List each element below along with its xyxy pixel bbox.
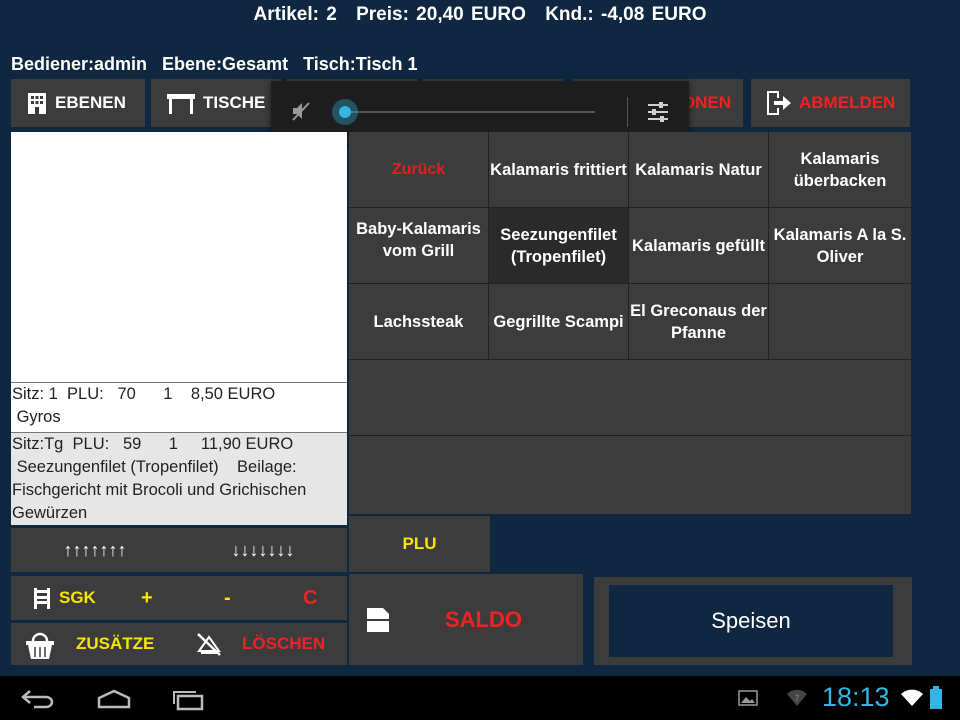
recent-apps-icon[interactable] <box>170 689 206 711</box>
home-icon[interactable] <box>96 688 132 710</box>
menu-row-empty[interactable] <box>349 360 911 436</box>
session-info: Bediener:admin Ebene:Gesamt Tisch:Tisch … <box>11 54 428 75</box>
list-item[interactable]: Sitz:Tg PLU: 59 1 11,90 EURO Seezungenfi… <box>11 432 347 525</box>
building-icon <box>28 93 46 114</box>
clear-button[interactable]: C <box>303 587 317 610</box>
svg-text:?: ? <box>795 694 800 704</box>
order-summary: Artikel: 2 Preis: 20,40 EURO Knd.: -4,08… <box>0 4 960 26</box>
order-item-name: Gyros <box>12 408 61 426</box>
total-price: Preis: 20,40 EURO <box>356 4 526 25</box>
menu-grid: Zurück Kalamaris frittiert Kalamaris Nat… <box>349 132 911 514</box>
level-label: Ebene:Gesamt <box>162 54 289 74</box>
scroll-up-button[interactable]: ↑↑↑↑↑↑↑ <box>64 540 127 561</box>
table-icon <box>167 94 195 114</box>
extras-row: ZUSÄTZE LÖSCHEN <box>11 623 347 665</box>
loeschen-button[interactable]: LÖSCHEN <box>242 634 325 654</box>
order-item-note: Fischgericht mit Brocoli und Grichischen <box>12 481 307 499</box>
seat-icon <box>34 588 50 609</box>
abmelden-label: ABMELDEN <box>799 93 896 112</box>
clock: 18:13 <box>822 682 890 712</box>
basket-icon <box>26 632 54 659</box>
popup-divider <box>627 97 628 127</box>
document-icon <box>367 607 389 632</box>
back-icon[interactable] <box>20 688 56 710</box>
back-button[interactable]: Zurück <box>349 132 489 208</box>
speisen-button[interactable]: Speisen <box>609 585 893 657</box>
system-navbar: ? 18:13 <box>0 676 960 720</box>
logout-icon <box>767 91 791 115</box>
operator-label: Bediener:admin <box>11 54 148 74</box>
menu-row-empty[interactable] <box>349 437 911 514</box>
menu-item[interactable]: Baby-Kalamaris vom Grill <box>349 208 489 284</box>
order-list[interactable]: Sitz: 1 PLU: 70 1 8,50 EURO Gyros Sitz:T… <box>11 132 347 525</box>
onen-label: ONEN <box>681 93 731 112</box>
battery-icon <box>930 686 942 709</box>
wifi-question-icon: ? <box>787 689 807 706</box>
plu-button[interactable]: PLU <box>349 516 490 572</box>
menu-item[interactable]: Kalamaris überbacken <box>769 132 911 208</box>
menu-item[interactable]: Kalamaris Natur <box>629 132 769 208</box>
saldo-label: SALDO <box>445 606 522 632</box>
speisen-frame: Speisen <box>594 577 912 665</box>
wifi-icon <box>901 689 923 706</box>
menu-item[interactable]: El Greconaus der Pfanne <box>629 284 769 360</box>
sgk-row: SGK + - C <box>11 576 347 620</box>
list-item[interactable]: Sitz: 1 PLU: 70 1 8,50 EURO Gyros <box>11 382 347 432</box>
zusaetze-button[interactable]: ZUSÄTZE <box>76 634 154 654</box>
menu-item[interactable]: Kalamaris gefüllt <box>629 208 769 284</box>
table-label: Tisch:Tisch 1 <box>303 54 418 74</box>
delete-icon <box>197 633 221 656</box>
menu-item[interactable]: Lachssteak <box>349 284 489 360</box>
order-item-name: Seezungenfilet (Tropenfilet) Beilage: <box>12 458 297 476</box>
ebenen-button[interactable]: EBENEN <box>11 79 145 127</box>
scroll-down-button[interactable]: ↓↓↓↓↓↓↓ <box>232 540 295 561</box>
menu-item[interactable]: Gegrillte Scampi <box>489 284 629 360</box>
plus-button[interactable]: + <box>141 587 153 610</box>
article-count: Artikel: 2 <box>253 4 337 25</box>
menu-item[interactable]: Kalamaris frittiert <box>489 132 629 208</box>
tische-button[interactable]: TISCHE <box>151 79 281 127</box>
sgk-button[interactable]: SGK <box>59 588 96 608</box>
menu-item-empty[interactable] <box>769 284 911 360</box>
abmelden-button[interactable]: ABMELDEN <box>751 79 910 127</box>
saldo-button[interactable]: SALDO <box>349 574 583 665</box>
volume-thumb[interactable] <box>332 99 358 125</box>
order-line: Sitz: 1 PLU: 70 1 8,50 EURO <box>12 385 276 403</box>
order-line: Sitz:Tg PLU: 59 1 11,90 EURO <box>12 435 294 453</box>
gallery-icon <box>738 690 758 706</box>
minus-button[interactable]: - <box>224 587 231 610</box>
menu-item[interactable]: Kalamaris A la S. Oliver <box>769 208 911 284</box>
scroll-buttons: ↑↑↑↑↑↑↑ ↓↓↓↓↓↓↓ <box>11 528 347 572</box>
menu-item[interactable]: Seezungenfilet (Tropenfilet) <box>489 208 629 284</box>
settings-sliders-icon[interactable] <box>646 100 670 124</box>
volume-track[interactable] <box>345 111 595 113</box>
muted-speaker-icon[interactable] <box>289 99 313 123</box>
tische-label: TISCHE <box>203 93 266 112</box>
order-item-note: Gewürzen <box>12 504 88 522</box>
ebenen-label: EBENEN <box>55 93 126 112</box>
customer-discount: Knd.: -4,08 EURO <box>545 4 707 25</box>
